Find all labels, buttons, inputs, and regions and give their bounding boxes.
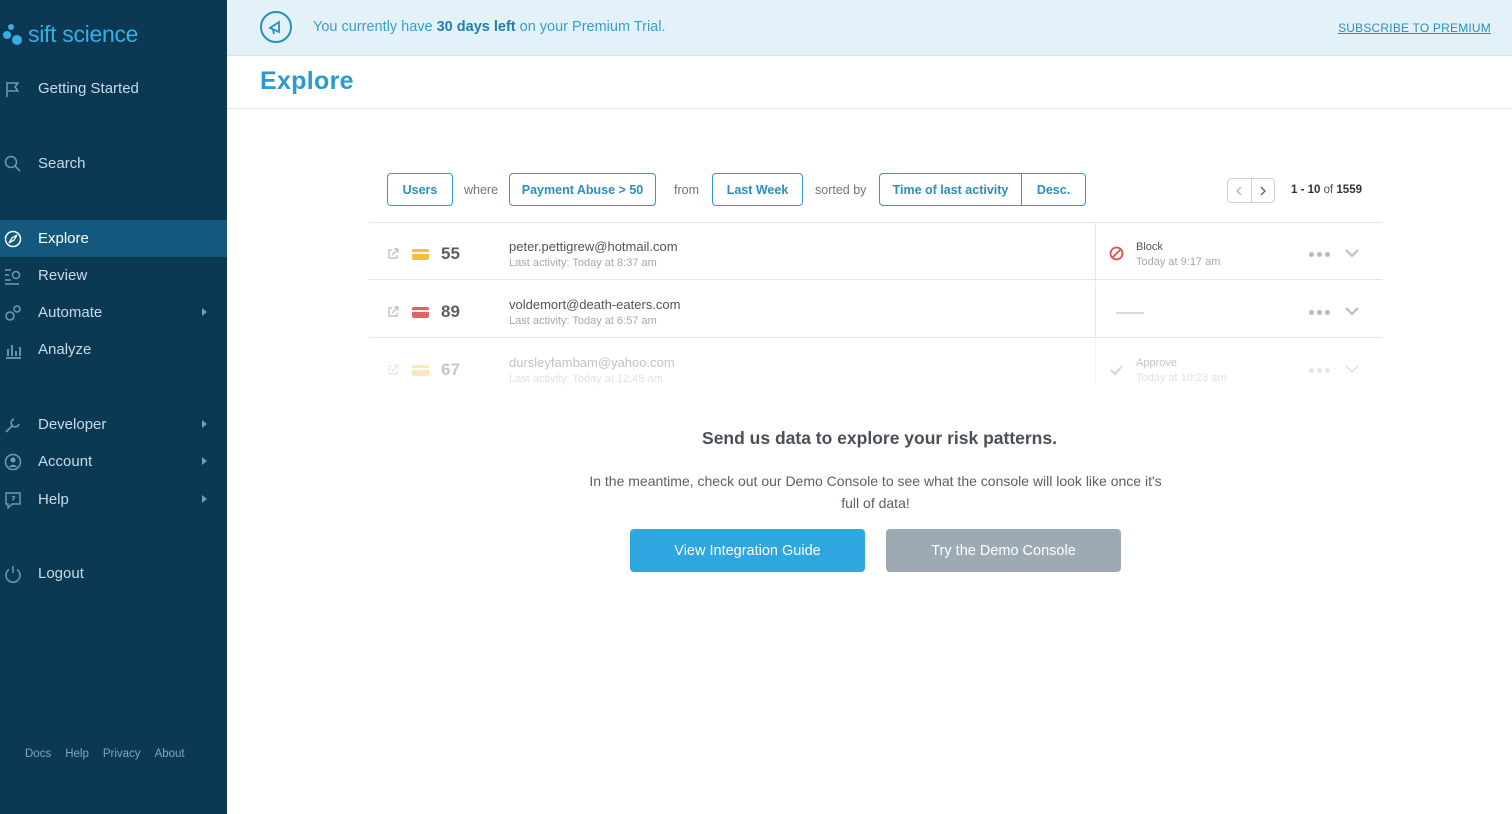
check-icon bbox=[1110, 365, 1123, 376]
sidebar-item-label: Logout bbox=[38, 565, 84, 582]
gears-icon bbox=[5, 305, 21, 321]
sidebar-footer-links: Docs Help Privacy About bbox=[25, 748, 185, 760]
risk-score: 55 bbox=[441, 244, 460, 263]
bar-chart-icon bbox=[6, 345, 21, 359]
search-icon bbox=[4, 155, 21, 172]
sidebar-item-label: Automate bbox=[38, 304, 103, 321]
sidebar-item-help[interactable]: Help bbox=[0, 481, 227, 518]
footer-link-help[interactable]: Help bbox=[65, 748, 89, 760]
external-link-icon[interactable] bbox=[387, 306, 399, 318]
table-row[interactable]: 67 dursleyfambam@yahoo.com Last activity… bbox=[369, 339, 1382, 385]
last-activity: Last activity: Today at 8:37 am bbox=[509, 257, 657, 269]
page-title: Explore bbox=[260, 67, 354, 95]
payment-card-icon bbox=[412, 307, 429, 318]
sidebar-item-search[interactable]: Search bbox=[0, 145, 227, 182]
sort-control: Time of last activity Desc. bbox=[879, 173, 1086, 206]
sidebar-item-analyze[interactable]: Analyze bbox=[0, 331, 227, 368]
prev-page-button[interactable] bbox=[1228, 179, 1251, 202]
empty-state-body: In the meantime, check out our Demo Cons… bbox=[589, 473, 1162, 511]
decision-label: Approve bbox=[1136, 357, 1177, 369]
condition-filter-button[interactable]: Payment Abuse > 50 bbox=[509, 173, 656, 206]
no-decision-dash bbox=[1116, 312, 1144, 314]
sidebar-item-explore[interactable]: Explore bbox=[0, 220, 227, 257]
footer-link-about[interactable]: About bbox=[155, 748, 185, 760]
more-options-icon[interactable] bbox=[1309, 252, 1330, 257]
megaphone-icon bbox=[260, 11, 292, 43]
chevron-down-icon[interactable] bbox=[1344, 363, 1360, 375]
where-label: where bbox=[464, 183, 499, 197]
sidebar-item-label: Search bbox=[38, 155, 86, 172]
more-options-icon[interactable] bbox=[1309, 310, 1330, 315]
external-link-icon[interactable] bbox=[387, 364, 399, 376]
empty-state-heading: Send us data to explore your risk patter… bbox=[702, 428, 1057, 448]
table-row[interactable]: 89 voldemort@death-eaters.com Last activ… bbox=[369, 281, 1382, 338]
user-email[interactable]: peter.pettigrew@hotmail.com bbox=[509, 239, 678, 254]
sort-field-button[interactable]: Time of last activity bbox=[880, 174, 1021, 205]
subscribe-premium-link[interactable]: SUBSCRIBE TO PREMIUM bbox=[1338, 21, 1491, 35]
sidebar-item-label: Analyze bbox=[38, 341, 92, 358]
caret-right-icon bbox=[202, 495, 207, 503]
user-circle-icon bbox=[4, 453, 22, 471]
brand-logo[interactable]: sift science bbox=[2, 20, 138, 48]
sidebar: sift science Getting Started Search Expl… bbox=[0, 0, 227, 814]
chevron-down-icon[interactable] bbox=[1344, 305, 1360, 317]
sidebar-item-logout[interactable]: Logout bbox=[0, 555, 227, 592]
caret-right-icon bbox=[202, 308, 207, 316]
sorted-by-label: sorted by bbox=[815, 183, 867, 197]
user-email[interactable]: dursleyfambam@yahoo.com bbox=[509, 355, 675, 370]
decision-label: Block bbox=[1136, 241, 1163, 253]
brand-name: sift science bbox=[28, 20, 139, 47]
sidebar-item-label: Review bbox=[38, 267, 88, 284]
sidebar-item-label: Account bbox=[38, 453, 93, 470]
compass-icon bbox=[4, 230, 22, 248]
sidebar-item-label: Getting Started bbox=[38, 80, 139, 97]
caret-right-icon bbox=[202, 457, 207, 465]
user-email[interactable]: voldemort@death-eaters.com bbox=[509, 297, 680, 312]
logo-icon bbox=[2, 22, 26, 46]
chevron-down-icon[interactable] bbox=[1344, 247, 1360, 259]
last-activity: Last activity: Today at 6:57 am bbox=[509, 315, 657, 327]
sidebar-item-label: Explore bbox=[38, 230, 89, 247]
external-link-icon[interactable] bbox=[387, 248, 399, 260]
payment-card-icon bbox=[412, 365, 429, 376]
footer-link-docs[interactable]: Docs bbox=[25, 748, 51, 760]
trial-message: You currently have 30 days left on your … bbox=[313, 19, 666, 35]
chevron-left-icon bbox=[1236, 186, 1242, 195]
try-demo-console-button[interactable]: Try the Demo Console bbox=[886, 529, 1121, 572]
pagination-control bbox=[1227, 178, 1275, 203]
footer-link-privacy[interactable]: Privacy bbox=[103, 748, 141, 760]
decision-time: Today at 10:23 am bbox=[1136, 372, 1227, 384]
last-activity: Last activity: Today at 12:45 am bbox=[509, 373, 663, 385]
sidebar-item-getting-started[interactable]: Getting Started bbox=[0, 70, 227, 107]
table-row[interactable]: 55 peter.pettigrew@hotmail.com Last acti… bbox=[369, 223, 1382, 280]
help-bubble-icon bbox=[5, 492, 21, 509]
power-icon bbox=[5, 566, 21, 583]
page-count: 1 - 10 of 1559 bbox=[1291, 184, 1362, 196]
risk-score: 89 bbox=[441, 302, 460, 321]
risk-score: 67 bbox=[441, 360, 460, 379]
more-options-icon[interactable] bbox=[1309, 368, 1330, 373]
view-integration-guide-button[interactable]: View Integration Guide bbox=[630, 529, 865, 572]
flag-icon bbox=[6, 82, 20, 97]
review-queue-icon bbox=[5, 269, 21, 285]
from-label: from bbox=[674, 183, 699, 197]
days-left: 30 days left bbox=[436, 19, 516, 35]
sort-order-button[interactable]: Desc. bbox=[1022, 174, 1085, 205]
sidebar-item-automate[interactable]: Automate bbox=[0, 294, 227, 331]
trial-banner: You currently have 30 days left on your … bbox=[227, 0, 1512, 56]
title-divider bbox=[227, 108, 1512, 109]
next-page-button[interactable] bbox=[1252, 179, 1275, 202]
caret-right-icon bbox=[202, 420, 207, 428]
chevron-right-icon bbox=[1260, 186, 1266, 195]
entity-filter-button[interactable]: Users bbox=[387, 173, 453, 206]
block-icon bbox=[1109, 246, 1124, 261]
payment-card-icon bbox=[412, 249, 429, 260]
time-range-button[interactable]: Last Week bbox=[712, 173, 803, 206]
sidebar-item-label: Help bbox=[38, 491, 69, 508]
sidebar-item-review[interactable]: Review bbox=[0, 257, 227, 294]
decision-time: Today at 9:17 am bbox=[1136, 256, 1221, 268]
